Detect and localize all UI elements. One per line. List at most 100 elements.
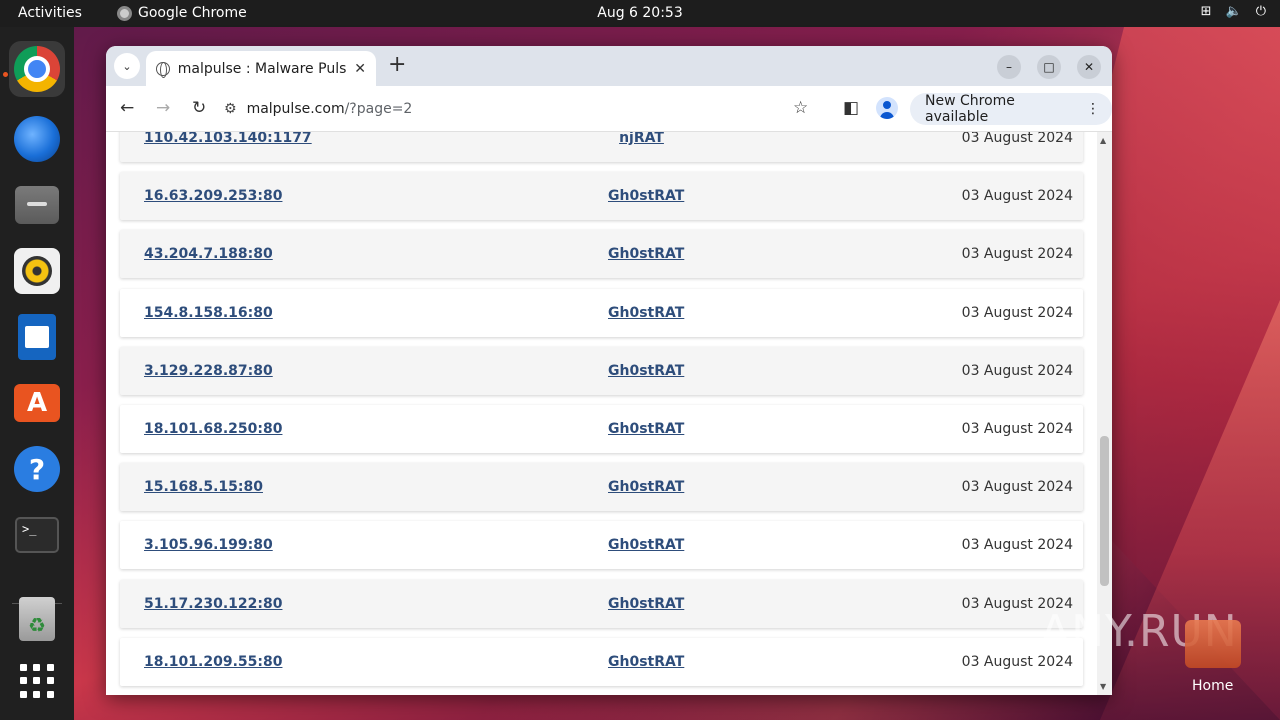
- arrow-right-icon: →: [156, 98, 171, 118]
- date-text: 03 August 2024: [961, 362, 1073, 379]
- ioc-table: 110.42.103.140:1177 njRAT 03 August 2024 16…: [120, 132, 1083, 695]
- show-apps-button[interactable]: [9, 653, 65, 709]
- malware-family-link[interactable]: Gh0stRAT: [608, 479, 684, 495]
- malware-family-link[interactable]: Gh0stRAT: [608, 421, 684, 437]
- table-row: 51.17.230.122:80 Gh0stRAT 03 August 2024: [120, 579, 1083, 628]
- close-icon: ✕: [1083, 60, 1095, 74]
- tab-title: malpulse : Malware Pulse: [177, 60, 347, 77]
- update-label: New Chrome available: [925, 93, 1015, 125]
- dock-thunderbird[interactable]: [9, 111, 65, 167]
- rhythmbox-icon: [14, 248, 60, 294]
- thunderbird-icon: [14, 116, 60, 162]
- date-text: 03 August 2024: [961, 132, 1073, 146]
- ip-link[interactable]: 51.17.230.122:80: [144, 596, 282, 612]
- date-text: 03 August 2024: [961, 246, 1073, 263]
- app-center-icon: A: [14, 384, 60, 422]
- chrome-icon: [14, 46, 60, 92]
- dock-writer[interactable]: [9, 309, 65, 365]
- volume-icon: 🔈: [1225, 4, 1242, 19]
- table-row: 154.8.158.16:80 Gh0stRAT 03 August 2024: [120, 288, 1083, 337]
- files-icon: [15, 186, 59, 224]
- scroll-down-icon[interactable]: ▼: [1100, 682, 1106, 691]
- page-content: 110.42.103.140:1177 njRAT 03 August 2024 16…: [106, 132, 1112, 695]
- date-text: 03 August 2024: [961, 420, 1073, 437]
- new-tab-button[interactable]: +: [388, 54, 406, 76]
- date-text: 03 August 2024: [961, 188, 1073, 205]
- malware-family-link[interactable]: Gh0stRAT: [608, 188, 684, 204]
- activities-button[interactable]: Activities: [18, 5, 82, 21]
- star-icon: ☆: [793, 98, 809, 118]
- bookmark-star-button[interactable]: ☆: [793, 98, 808, 118]
- table-row: 43.204.7.188:80 Gh0stRAT 03 August 2024: [120, 230, 1083, 279]
- system-tray[interactable]: ⊞ 🔈 ⏻: [1201, 4, 1266, 19]
- tab-search-button[interactable]: ⌄: [114, 53, 140, 79]
- side-panel-button[interactable]: ◧: [843, 98, 859, 118]
- table-row: 18.101.209.55:80 Gh0stRAT 03 August 2024: [120, 637, 1083, 686]
- minimize-button[interactable]: –: [997, 55, 1021, 79]
- ip-link[interactable]: 43.204.7.188:80: [144, 246, 273, 262]
- close-icon[interactable]: ✕: [354, 61, 366, 77]
- malware-family-link[interactable]: njRAT: [608, 132, 675, 146]
- table-row: 15.168.5.15:80 Gh0stRAT 03 August 2024: [120, 463, 1083, 512]
- reload-icon: ↻: [192, 98, 207, 118]
- close-window-button[interactable]: ✕: [1077, 55, 1101, 79]
- scroll-up-icon[interactable]: ▲: [1100, 136, 1106, 145]
- maximize-icon: □: [1043, 60, 1055, 74]
- url-host: malpulse.com: [246, 101, 345, 117]
- dock-terminal[interactable]: >_: [9, 507, 65, 563]
- tab-malpulse[interactable]: malpulse : Malware Pulse ✕: [146, 51, 376, 86]
- browser-toolbar: ← → ↻ ⚙ malpulse.com/?page=2 ☆ ◧ New Chr…: [106, 86, 1112, 132]
- globe-icon: [156, 61, 170, 78]
- malware-family-link[interactable]: Gh0stRAT: [608, 246, 684, 262]
- dock-app-center[interactable]: A: [9, 375, 65, 431]
- maximize-button[interactable]: □: [1037, 55, 1061, 79]
- reload-button[interactable]: ↻: [192, 98, 206, 118]
- dock-files[interactable]: [9, 177, 65, 233]
- malware-family-link[interactable]: Gh0stRAT: [608, 363, 684, 379]
- forward-button[interactable]: →: [156, 98, 170, 118]
- ip-link[interactable]: 18.101.209.55:80: [144, 654, 282, 670]
- date-text: 03 August 2024: [961, 537, 1073, 554]
- ip-link[interactable]: 18.101.68.250:80: [144, 421, 282, 437]
- address-bar[interactable]: ⚙ malpulse.com/?page=2: [224, 93, 824, 125]
- chrome-window: ⌄ malpulse : Malware Pulse ✕ + – □ ✕ ← →…: [106, 46, 1112, 695]
- help-icon: ?: [14, 446, 60, 492]
- dock-trash[interactable]: ♻: [9, 591, 65, 647]
- minimize-icon: –: [1006, 60, 1012, 74]
- chrome-mini-icon: [117, 5, 132, 21]
- table-row: 3.129.228.87:80 Gh0stRAT 03 August 2024: [120, 346, 1083, 395]
- power-icon: ⏻: [1255, 4, 1266, 19]
- side-panel-icon: ◧: [843, 98, 860, 118]
- app-menu[interactable]: Google Chrome: [117, 5, 247, 21]
- ip-link[interactable]: 16.63.209.253:80: [144, 188, 282, 204]
- update-chrome-button[interactable]: New Chrome available ⋮: [910, 93, 1112, 125]
- ip-link[interactable]: 110.42.103.140:1177: [144, 132, 312, 146]
- scrollbar-thumb[interactable]: [1100, 436, 1109, 586]
- home-folder-icon[interactable]: [1185, 620, 1241, 668]
- table-row: 16.63.209.253:80 Gh0stRAT 03 August 2024: [120, 172, 1083, 221]
- back-button[interactable]: ←: [120, 98, 134, 118]
- kebab-menu-icon: ⋮: [1086, 101, 1100, 117]
- ip-link[interactable]: 3.105.96.199:80: [144, 537, 273, 553]
- dock-rhythmbox[interactable]: [9, 243, 65, 299]
- network-icon: ⊞: [1200, 4, 1212, 19]
- dock: A ? >_ ♻: [0, 27, 74, 720]
- malware-family-link[interactable]: Gh0stRAT: [608, 305, 684, 321]
- arrow-left-icon: ←: [120, 98, 135, 118]
- profile-avatar[interactable]: [876, 97, 898, 119]
- ip-link[interactable]: 154.8.158.16:80: [144, 305, 273, 321]
- dock-help[interactable]: ?: [9, 441, 65, 497]
- malware-family-link[interactable]: Gh0stRAT: [608, 537, 684, 553]
- site-info-icon[interactable]: ⚙: [224, 101, 237, 117]
- chevron-down-icon: ⌄: [122, 59, 132, 73]
- top-bar: Activities Google Chrome Aug 6 20:53 ⊞ 🔈…: [0, 0, 1280, 27]
- dock-chrome[interactable]: [9, 41, 65, 97]
- date-text: 03 August 2024: [961, 304, 1073, 321]
- url-text: malpulse.com/?page=2: [247, 101, 413, 117]
- ip-link[interactable]: 3.129.228.87:80: [144, 363, 273, 379]
- ip-link[interactable]: 15.168.5.15:80: [144, 479, 263, 495]
- libreoffice-writer-icon: [18, 314, 56, 360]
- malware-family-link[interactable]: Gh0stRAT: [608, 654, 684, 670]
- malware-family-link[interactable]: Gh0stRAT: [608, 596, 684, 612]
- table-row: 110.42.103.140:1177 njRAT 03 August 2024: [120, 132, 1083, 162]
